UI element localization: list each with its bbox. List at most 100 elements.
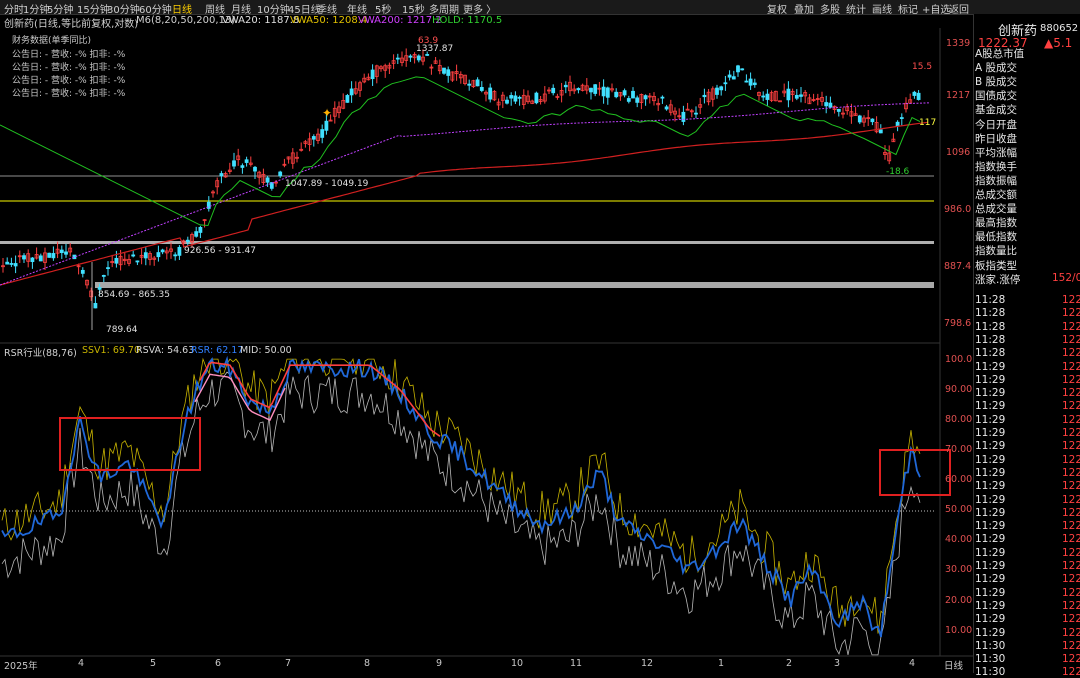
tick-value: 122 [1062,666,1080,678]
tick-time: 11:29 [975,466,1006,479]
rsva-line [1,371,921,656]
tick-time: 11:29 [975,599,1006,612]
quote-field-label: 基金成交 [975,104,1017,117]
tick-time: 11:29 [975,440,1006,453]
ssv1-line [1,357,921,634]
x-axis-label: 6 [215,658,222,669]
candle-body [509,95,514,99]
candle-body [786,88,791,101]
candle-body [715,87,719,95]
price-axis-label: 1217 [946,90,971,101]
candle-body [475,79,480,87]
tick-time: 11:29 [975,493,1006,506]
candle-body [345,95,350,103]
candle-body [240,165,245,168]
candle-body [80,269,85,274]
candle-body [324,120,329,131]
right-high-mark: 15.5 [912,62,933,72]
rsr-axis-label: 60.00 [945,474,973,485]
tick-time: 11:29 [975,613,1006,626]
price-axis-label: 1096 [946,147,971,158]
candle-body [836,108,841,112]
candle-body [744,80,749,83]
tick-value: 122 [1062,453,1080,466]
finance-row: 公告日: - 营收: -% 扣非: -% [12,50,126,60]
candle-body [488,87,493,100]
candle-body [22,255,26,260]
candle-body [614,91,619,98]
tick-time: 11:29 [975,480,1006,493]
finance-row: 公告日: - 营收: -% 扣非: -% [12,76,126,86]
candle-body [517,96,522,99]
rsr-axis-label: 20.00 [945,595,973,606]
candle-body [219,173,224,177]
candle-body [635,97,640,103]
rsr-name[interactable]: RSR行业(88,76) [4,345,77,359]
candle-body [106,267,110,270]
candle-body [593,84,598,94]
zone-band [95,282,934,288]
kline-chart[interactable]: ✦ [0,0,1080,673]
x-axis-label: 5 [150,658,157,669]
candle-body [660,96,665,99]
candle-body [694,112,698,115]
candle-body [631,90,635,99]
quote-field-label: 总成交额 [975,189,1017,201]
rsr-axis-label: 30.00 [945,564,973,575]
candle-body [505,99,509,104]
candle-body [912,91,917,96]
rsr-axis-label: 100.0 [945,354,973,365]
candle-body [740,68,745,71]
tick-time: 11:29 [975,387,1006,400]
candle-body [177,246,182,256]
rsva-value: RSVA: 54.63 [136,345,195,356]
indicator-name[interactable]: M6(8,20,50,200,13) [136,15,235,26]
quote-field-label: 板指类型 [975,259,1017,272]
tick-time: 11:28 [975,333,1006,346]
candle-body [752,82,757,86]
candle-body [416,55,421,61]
candle-body [232,160,236,167]
candle-body [446,69,451,76]
tick-time: 11:28 [975,347,1006,360]
quote-field-label: 最低指数 [975,231,1017,244]
tick-time: 11:29 [975,586,1006,599]
quote-field-label: 指数换手 [975,160,1017,173]
candle-body [799,94,803,97]
candle-body [899,117,904,119]
tick-value: 122 [1062,320,1080,333]
vwa20-value: VWA20: 1187.8 [222,15,300,26]
candle-body [93,303,98,309]
candle-body [702,94,707,98]
tick-value: 122 [1062,347,1080,360]
tick-time: 11:30 [975,653,1006,666]
chart-title: 创新药(日线,等比前复权,对数) [4,19,139,30]
quote-field-label: 总成交量 [975,203,1017,216]
candle-body [131,254,136,257]
candle-body [626,98,631,102]
quote-field-label: 国债成交 [975,90,1017,103]
tick-value: 122 [1062,520,1080,533]
candle-body [9,263,14,265]
rsr-axis-label: 10.00 [945,625,973,636]
tick-value: 122 [1062,413,1080,426]
tick-time: 11:29 [975,427,1006,439]
butterfly-icon: ✦ [322,106,332,120]
x-axis-label[interactable]: 日线 [944,658,963,672]
tick-value: 122 [1062,466,1080,479]
quote-field-label: 最高指数 [975,217,1017,230]
x-axis-label: 2 [786,658,793,669]
candle-body [135,260,140,263]
candle-body [513,95,518,102]
tick-value: 122 [1062,360,1080,373]
hold-value: HOLD: 1170.5 [432,15,503,26]
x-axis-label: 9 [436,658,443,669]
candle-body [101,275,106,277]
tick-time: 11:29 [975,360,1006,373]
rsr-line [1,355,921,638]
candle-body [156,252,161,258]
candle-body [311,136,316,140]
candle-body [736,65,740,73]
candle-body [442,67,446,74]
quote-field-label: A股总市值 [975,48,1025,60]
